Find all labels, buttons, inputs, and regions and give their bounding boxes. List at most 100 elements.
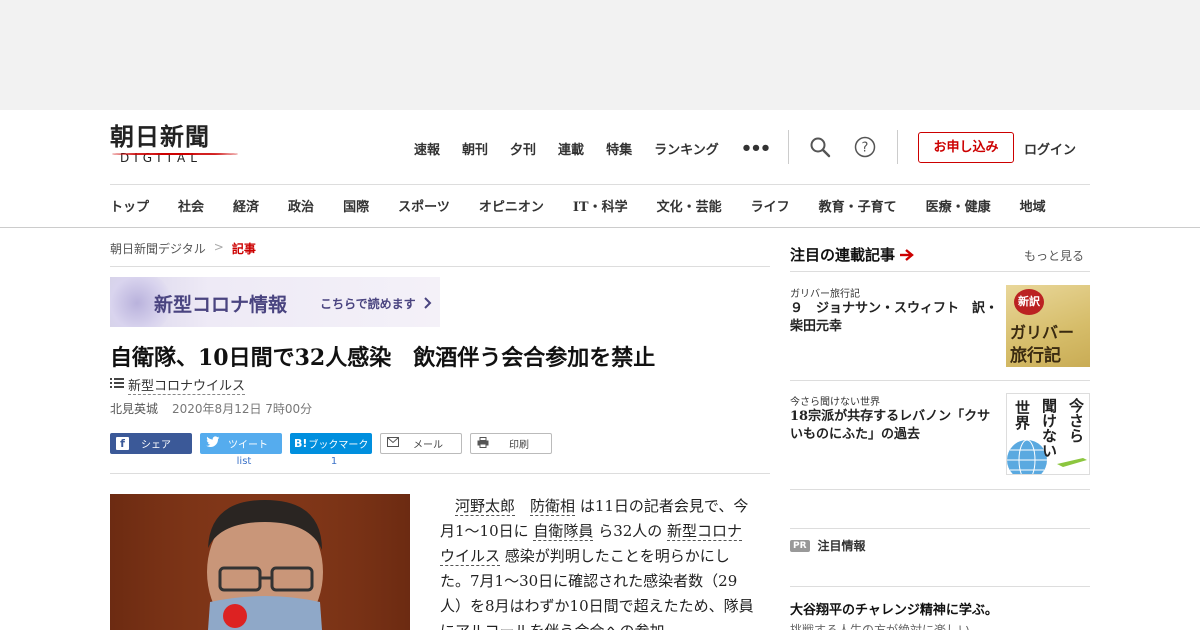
article-byline: 北見英城 2020年8月12日 7時00分 [110,400,312,417]
pr-item-title[interactable]: 大谷翔平のチャレンジ精神に学ぶ。 [790,599,998,618]
thumb-text-col3: 世界 [1013,400,1031,430]
asahi-digital-logo[interactable]: 朝日新聞 DIGITAL [110,124,242,170]
thumb-title-line2: 旅行記 [1010,346,1061,366]
section-keizai[interactable]: 経済 [233,196,259,215]
section-sports[interactable]: スポーツ [398,196,450,215]
section-top[interactable]: トップ [110,196,149,215]
facebook-share-button[interactable]: f シェア [110,433,192,454]
keyword-link-kono[interactable]: 河野太郎 [455,497,516,516]
sidebar-more-link[interactable]: もっと見る [1024,247,1084,264]
section-bunka[interactable]: 文化・芸能 [657,196,722,215]
breadcrumb: 朝日新聞デジタル > 記事 [110,240,256,257]
hatena-bookmark-icon: B! [294,437,308,450]
printer-icon [477,436,489,451]
body-text-segment [440,497,455,515]
banner-title: 新型コロナ情報 [154,294,288,316]
photo-person-illustration [110,494,410,630]
header-divider [788,130,789,164]
twitter-icon [206,436,220,451]
section-kyoiku[interactable]: 教育・子育て [819,196,897,215]
sidebar-item-kicker: 今さら聞けない世界 [790,397,880,408]
facebook-icon: f [116,437,129,450]
thumb-text-col2: 聞けない [1040,398,1058,458]
section-it-kagaku[interactable]: IT・科学 [573,196,628,215]
print-button[interactable]: 印刷 [470,433,552,454]
section-seiji[interactable]: 政治 [288,196,314,215]
section-iryo[interactable]: 医療・健康 [926,196,991,215]
sidebar-item-kicker: ガリバー旅行記 [790,289,860,300]
twitter-count[interactable]: list [203,456,285,467]
corona-info-banner[interactable]: 新型コロナ情報 こちらで読めます [110,277,440,327]
twitter-share-label: ツイート [228,440,268,451]
mail-share-button[interactable]: メール [380,433,462,454]
breadcrumb-home[interactable]: 朝日新聞デジタル [110,240,206,257]
more-menu-button[interactable]: ••• [741,138,771,159]
hatena-bookmark-button[interactable]: B! ブックマーク [290,433,372,454]
facebook-share-label: シェア [141,440,171,451]
sidebar-rule [790,586,1090,587]
article-topic: 新型コロナウイルス [110,375,246,395]
article-date: 2020年8月12日 7時00分 [172,402,313,416]
sidebar-item-title[interactable]: ９ ジョナサン・スウィフト 訳・柴田元幸 [790,300,1002,336]
gulliver-thumbnail[interactable]: 新訳 ガリバー 旅行記 [1006,285,1090,367]
mail-icon [387,437,399,450]
section-life[interactable]: ライフ [751,196,790,215]
section-kokusai[interactable]: 国際 [343,196,369,215]
thumb-text-col1: 今さら [1067,398,1085,443]
article-body: 河野太郎 防衛相 は11日の記者会見で、今月1～10日に 自衛隊員 ら32人の … [440,494,755,630]
pr-section-header: PR 注目情報 [790,537,866,554]
article-headline: 自衛隊、10日間で32人感染 飲酒伴う会合参加を禁止 [110,345,656,371]
topnav-item-rensai[interactable]: 連載 [558,139,584,158]
keyword-link-boeisho[interactable]: 防衛相 [530,497,576,516]
logo-main-text: 朝日新聞 [110,122,210,151]
subscribe-button[interactable]: お申し込み [918,132,1014,163]
section-opinion[interactable]: オピニオン [479,196,544,215]
sidebar-item-title[interactable]: 18宗派が共存するレバノン「クサいものにふた」の過去 [790,408,1002,444]
breadcrumb-current: 記事 [231,242,256,256]
breadcrumb-rule [110,266,770,267]
sidebar-rule [790,271,1090,272]
list-icon [110,377,124,393]
ad-banner-area [0,0,1200,110]
header-rule [110,184,1090,185]
keyword-link-jieitai[interactable]: 自衛隊員 [533,522,594,541]
section-shakai[interactable]: 社会 [178,196,204,215]
sidebar-rule [790,489,1090,490]
sidebar-rule [790,380,1090,381]
svg-text:?: ? [862,141,869,156]
chevron-right-icon [424,297,432,312]
site-header: 朝日新聞 DIGITAL 速報 朝刊 夕刊 連載 特集 ランキング ••• ? … [0,110,1200,228]
body-text-segment: ら32人の [593,522,668,540]
article-photo[interactable] [110,494,410,630]
sidebar-heading-label: 注目の連載記事 [790,246,896,264]
pr-item-description: 挑戦する人生の方が絶対に楽しい [790,623,971,630]
topnav-item-sokuho[interactable]: 速報 [414,139,440,158]
twitter-share-button[interactable]: ツイート [200,433,282,454]
search-icon[interactable] [809,136,831,158]
pr-label: 注目情報 [817,539,866,553]
share-rule [110,473,770,474]
topnav-item-choukan[interactable]: 朝刊 [462,139,488,158]
logo-underline [112,153,238,155]
help-icon[interactable]: ? [854,136,876,158]
pr-badge: PR [790,539,810,552]
sekai-thumbnail[interactable]: 今さら 聞けない 世界 [1006,393,1090,475]
topic-link[interactable]: 新型コロナウイルス [128,375,246,395]
arrow-right-icon [899,247,915,265]
topnav-item-ranking[interactable]: ランキング [654,139,719,158]
section-nav: トップ 社会 経済 政治 国際 スポーツ オピニオン IT・科学 文化・芸能 ラ… [110,196,1046,215]
header-divider [897,130,898,164]
print-label: 印刷 [509,440,529,451]
topnav-item-yukan[interactable]: 夕刊 [510,139,536,158]
sidebar-rule [790,528,1090,529]
banner-link-text: こちらで読めます [320,295,432,312]
article-author: 北見英城 [110,402,159,416]
sidebar-heading[interactable]: 注目の連載記事 [790,244,915,265]
breadcrumb-separator: > [213,240,224,254]
topnav-item-tokushu[interactable]: 特集 [606,139,632,158]
top-nav: 速報 朝刊 夕刊 連載 特集 ランキング ••• [414,138,771,159]
hatena-count[interactable]: 1 [293,456,375,467]
banner-link-label: こちらで読めます [320,297,416,311]
login-link[interactable]: ログイン [1024,139,1076,158]
section-chiiki[interactable]: 地域 [1020,196,1046,215]
